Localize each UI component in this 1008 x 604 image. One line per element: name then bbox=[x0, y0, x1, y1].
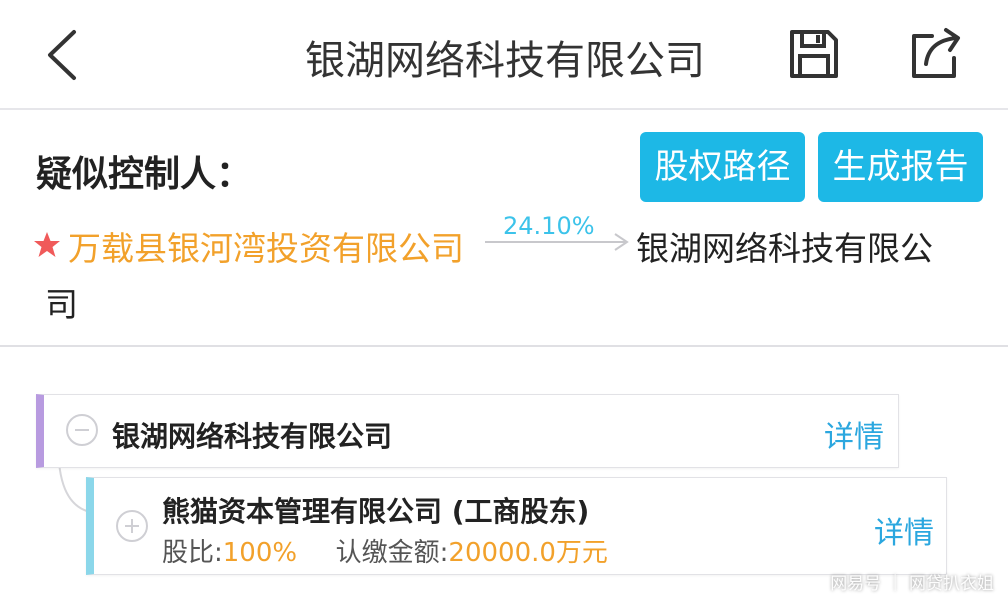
shareholder-meta: 股比:100% 认缴金额:20000.0万元 bbox=[162, 532, 608, 569]
shareholder-name: 熊猫资本管理有限公司 (工商股东) bbox=[162, 495, 590, 528]
equity-path-button[interactable]: 股权路径 bbox=[640, 132, 805, 202]
back-button[interactable] bbox=[40, 26, 90, 84]
share-button[interactable] bbox=[908, 26, 964, 82]
target-company-name-cont: 司 bbox=[45, 285, 78, 324]
target-company-name: 银湖网络科技有限公 bbox=[636, 229, 933, 268]
page-title: 银湖网络科技有限公司 bbox=[305, 38, 705, 84]
generate-report-button[interactable]: 生成报告 bbox=[818, 132, 983, 202]
tree-node-shareholder[interactable]: 熊猫资本管理有限公司 (工商股东) 股比:100% 认缴金额:20000.0万元… bbox=[86, 477, 947, 575]
arrow-right-icon bbox=[485, 233, 629, 251]
floppy-disk-icon bbox=[790, 30, 838, 78]
shareholder-detail-link[interactable]: 详情 bbox=[874, 508, 934, 552]
top-nav-bar: 银湖网络科技有限公司 bbox=[0, 0, 1008, 110]
watermark: 网易号 ｜ 网贷扒衣姐 bbox=[830, 574, 994, 594]
expand-icon[interactable] bbox=[116, 510, 148, 542]
root-detail-link[interactable]: 详情 bbox=[824, 412, 884, 456]
subscribed-capital-value: 20000.0万元 bbox=[448, 538, 608, 568]
suspected-controller-section: 疑似控制人： 股权路径 生成报告 万载县银河湾投资有限公司 24.10% 银湖网… bbox=[0, 110, 1008, 347]
save-button[interactable] bbox=[788, 28, 840, 80]
root-company-name: 银湖网络科技有限公司 bbox=[112, 420, 393, 453]
controller-company-link[interactable]: 万载县银河湾投资有限公司 bbox=[68, 222, 464, 270]
controller-label: 疑似控制人： bbox=[36, 154, 253, 195]
chevron-left-icon bbox=[48, 30, 76, 80]
star-icon bbox=[34, 232, 60, 257]
collapse-icon[interactable] bbox=[66, 414, 98, 446]
tree-node-root[interactable]: 银湖网络科技有限公司 详情 bbox=[36, 394, 899, 468]
share-ratio-value: 100% bbox=[222, 538, 298, 568]
share-ratio-label: 股比: bbox=[162, 538, 223, 568]
share-icon bbox=[912, 28, 960, 78]
subscribed-capital-label: 认缴金额: bbox=[335, 538, 449, 568]
